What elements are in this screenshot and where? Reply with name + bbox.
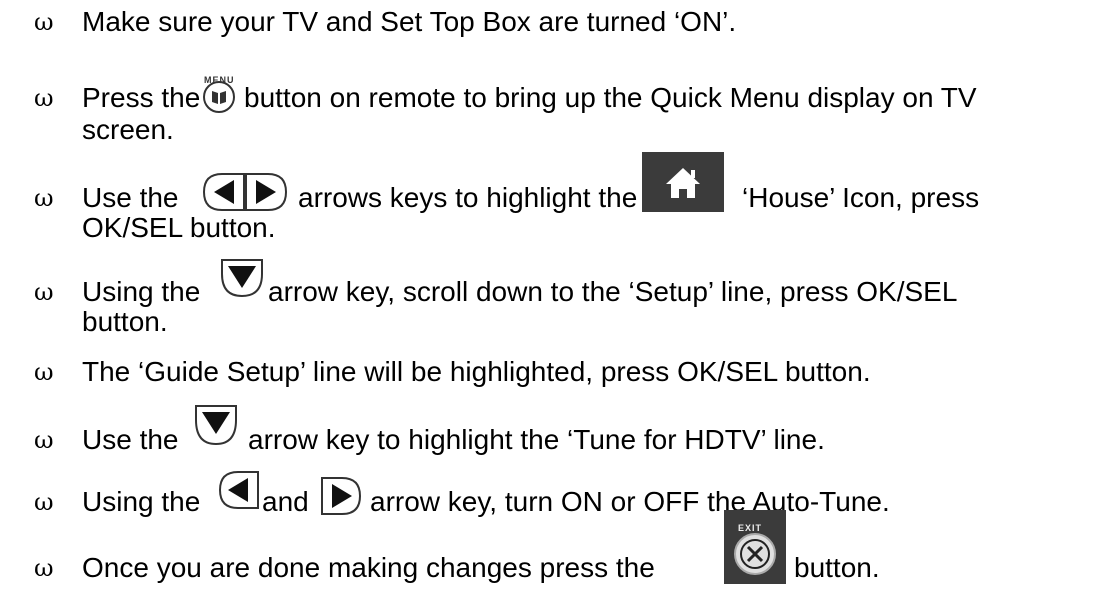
left-right-arrows-icon	[202, 173, 288, 211]
step-text-mid: arrows keys to highlight the	[298, 182, 638, 213]
step-text-after: arrow key, scroll down to the ‘Setup’ li…	[268, 276, 958, 307]
step-text-mid: and	[262, 486, 309, 517]
step-text-cont: button.	[82, 306, 168, 337]
bullet: ω	[34, 84, 54, 112]
step-text-after: arrow key to highlight the ‘Tune for HDT…	[248, 424, 825, 455]
down-arrow-icon	[221, 259, 263, 298]
right-arrow-icon	[321, 477, 362, 515]
step-text-after: arrow key, turn ON or OFF the Auto-Tune.	[370, 486, 890, 517]
bullet: ω	[34, 488, 54, 516]
exit-label: EXIT	[738, 523, 763, 533]
menu-icon	[203, 81, 235, 113]
step-text-after: ‘House’ Icon, press	[742, 182, 980, 213]
step-text-before: Use the	[82, 424, 179, 455]
step-text-before: Using the	[82, 276, 201, 307]
step-text-before: Press the	[82, 82, 201, 113]
step-text: Make sure your TV and Set Top Box are tu…	[82, 6, 737, 37]
bullet: ω	[34, 426, 54, 454]
bullet: ω	[34, 184, 54, 212]
step-text-before: Use the	[82, 182, 179, 213]
step-text-after: button.	[794, 552, 880, 583]
house-icon	[642, 152, 724, 212]
step-text-before: Using the	[82, 486, 201, 517]
bullet: ω	[34, 278, 54, 306]
step-text-cont: OK/SEL button.	[82, 212, 276, 243]
bullet: ω	[34, 554, 54, 582]
bullet: ω	[34, 8, 54, 36]
step-text-after: button on remote to bring up the Quick M…	[244, 82, 977, 113]
down-arrow-icon	[195, 405, 237, 446]
step-text-before: Once you are done making changes press t…	[82, 552, 655, 583]
step-text: The ‘Guide Setup’ line will be highlight…	[82, 356, 871, 387]
step-text-cont: screen.	[82, 114, 174, 145]
bullet: ω	[34, 358, 54, 386]
left-arrow-icon	[218, 471, 259, 509]
